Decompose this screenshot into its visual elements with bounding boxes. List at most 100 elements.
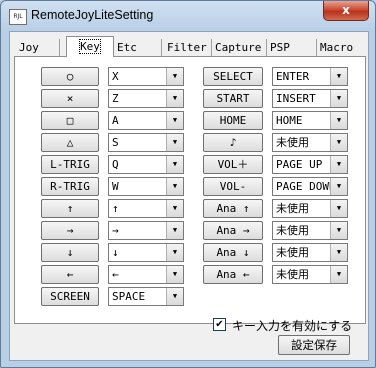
right-key-button[interactable]: Ana → [203, 221, 263, 240]
chevron-down-icon[interactable]: ▼ [330, 68, 347, 85]
tab-psp[interactable]: PSP [267, 39, 317, 56]
key-input-checkbox[interactable]: ✔ [213, 318, 226, 331]
chevron-down-icon[interactable]: ▼ [166, 134, 183, 151]
left-key-dropdown[interactable]: Q ▼ [108, 155, 184, 174]
right-key-button[interactable]: VOL- [203, 177, 263, 196]
chevron-down-icon[interactable]: ▼ [166, 288, 183, 305]
right-key-dropdown[interactable]: INSERT ▼ [272, 89, 348, 108]
chevron-down-icon[interactable]: ▼ [166, 222, 183, 239]
dropdown-value: HOME [276, 114, 303, 127]
chevron-down-icon[interactable]: ▼ [166, 178, 183, 195]
dropdown-value: 未使用 [276, 202, 309, 215]
dropdown-value: PAGE UP [276, 158, 323, 171]
left-key-button[interactable]: ○ [41, 67, 99, 86]
left-key-dropdown[interactable]: ↓ ▼ [108, 243, 184, 262]
chevron-down-icon[interactable]: ▼ [166, 90, 183, 107]
tab-etc[interactable]: Etc [114, 39, 162, 56]
dropdown-value: 未使用 [276, 268, 309, 281]
left-key-dropdown[interactable]: Z ▼ [108, 89, 184, 108]
window-title: RemoteJoyLiteSetting [31, 8, 154, 22]
save-settings-button[interactable]: 設定保存 [278, 335, 350, 355]
key-tab-panel: ○ X ▼ × Z ▼ □ A ▼ △ S ▼ L-TRIG Q ▼ R-TRIG W ▼ ↑ ↑ ▼ → → ▼ ↓ ↓ ▼ ← ← ▼… [14, 56, 366, 333]
chevron-down-icon[interactable]: ▼ [330, 90, 347, 107]
left-key-button[interactable]: × [41, 89, 99, 108]
left-key-dropdown[interactable]: → ▼ [108, 221, 184, 240]
left-key-button[interactable]: → [41, 221, 99, 240]
chevron-down-icon[interactable]: ▼ [330, 200, 347, 217]
dropdown-value: → [112, 224, 119, 237]
title-bar[interactable]: RJL RemoteJoyLiteSetting x [1, 1, 375, 31]
left-key-dropdown[interactable]: W ▼ [108, 177, 184, 196]
left-key-button[interactable]: L-TRIG [41, 155, 99, 174]
right-key-button[interactable]: ♪ [203, 133, 263, 152]
left-key-button[interactable]: ↑ [41, 199, 99, 218]
tab-key[interactable]: Key [66, 36, 114, 57]
chevron-down-icon[interactable]: ▼ [166, 266, 183, 283]
dropdown-value: Z [112, 92, 119, 105]
tab-macro[interactable]: Macro [317, 39, 365, 56]
dropdown-value: INSERT [276, 92, 316, 105]
right-key-dropdown[interactable]: PAGE DOWN ▼ [272, 177, 348, 196]
right-key-button[interactable]: Ana ↓ [203, 243, 263, 262]
right-key-button[interactable]: START [203, 89, 263, 108]
tab-joy[interactable]: Joy [16, 39, 60, 56]
chevron-down-icon[interactable]: ▼ [166, 112, 183, 129]
right-key-button[interactable]: SELECT [203, 67, 263, 86]
chevron-down-icon[interactable]: ▼ [330, 222, 347, 239]
left-key-button[interactable]: △ [41, 133, 99, 152]
dropdown-value: S [112, 136, 119, 149]
right-key-dropdown[interactable]: HOME ▼ [272, 111, 348, 130]
dropdown-value: ↓ [112, 246, 119, 259]
left-key-dropdown[interactable]: ← ▼ [108, 265, 184, 284]
left-key-button[interactable]: R-TRIG [41, 177, 99, 196]
dropdown-value: 未使用 [276, 136, 309, 149]
window: RJL RemoteJoyLiteSetting x Joy Key Etc F… [0, 0, 376, 368]
right-key-dropdown[interactable]: 未使用 ▼ [272, 221, 348, 240]
right-key-dropdown[interactable]: 未使用 ▼ [272, 199, 348, 218]
dropdown-value: X [112, 70, 119, 83]
left-key-dropdown[interactable]: ↑ ▼ [108, 199, 184, 218]
dropdown-value: ← [112, 268, 119, 281]
right-key-dropdown[interactable]: 未使用 ▼ [272, 265, 348, 284]
key-input-checkbox-label: キー入力を有効にする [232, 319, 353, 333]
chevron-down-icon[interactable]: ▼ [330, 178, 347, 195]
chevron-down-icon[interactable]: ▼ [330, 156, 347, 173]
right-key-dropdown[interactable]: 未使用 ▼ [272, 243, 348, 262]
left-key-button[interactable]: ↓ [41, 243, 99, 262]
chevron-down-icon[interactable]: ▼ [166, 244, 183, 261]
chevron-down-icon[interactable]: ▼ [330, 112, 347, 129]
right-key-button[interactable]: Ana ← [203, 265, 263, 284]
right-key-button[interactable]: Ana ↑ [203, 199, 263, 218]
dropdown-value: Q [112, 158, 119, 171]
dropdown-value: ENTER [276, 70, 310, 83]
dropdown-value: 未使用 [276, 224, 309, 237]
left-key-dropdown[interactable]: S ▼ [108, 133, 184, 152]
tab-capture[interactable]: Capture [212, 39, 267, 56]
left-key-button[interactable]: ← [41, 265, 99, 284]
left-key-dropdown[interactable]: X ▼ [108, 67, 184, 86]
tab-strip: Joy Key Etc Filter Capture PSP Macro [14, 36, 366, 57]
close-button[interactable]: x [323, 1, 369, 21]
right-key-button[interactable]: VOL＋ [203, 155, 263, 174]
left-key-dropdown[interactable]: A ▼ [108, 111, 184, 130]
dropdown-value: 未使用 [276, 246, 309, 259]
left-key-dropdown[interactable]: SPACE ▼ [108, 287, 184, 306]
chevron-down-icon[interactable]: ▼ [166, 200, 183, 217]
right-key-button[interactable]: HOME [203, 111, 263, 130]
chevron-down-icon[interactable]: ▼ [166, 156, 183, 173]
dropdown-value: SPACE [112, 290, 146, 303]
chevron-down-icon[interactable]: ▼ [166, 68, 183, 85]
dropdown-value: A [112, 114, 119, 127]
dialog-client: Joy Key Etc Filter Capture PSP Macro ○ X ▼… [9, 31, 369, 361]
right-key-dropdown[interactable]: ENTER ▼ [272, 67, 348, 86]
tab-filter[interactable]: Filter [164, 39, 212, 56]
right-key-dropdown[interactable]: 未使用 ▼ [272, 133, 348, 152]
dropdown-value: PAGE DOWN [276, 180, 336, 193]
chevron-down-icon[interactable]: ▼ [330, 134, 347, 151]
left-key-button[interactable]: □ [41, 111, 99, 130]
left-key-button[interactable]: SCREEN [41, 287, 99, 306]
right-key-dropdown[interactable]: PAGE UP ▼ [272, 155, 348, 174]
chevron-down-icon[interactable]: ▼ [330, 244, 347, 261]
app-icon: RJL [9, 9, 27, 25]
chevron-down-icon[interactable]: ▼ [330, 266, 347, 283]
